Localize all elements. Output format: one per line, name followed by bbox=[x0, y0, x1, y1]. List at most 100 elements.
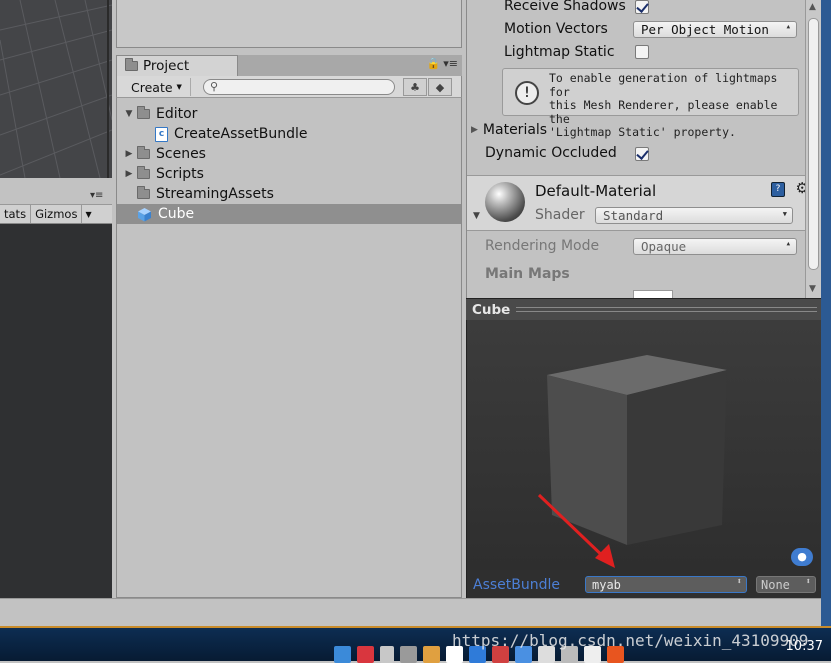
filter-by-label-button[interactable]: ◆ bbox=[428, 78, 452, 96]
drag-handle[interactable] bbox=[516, 307, 817, 312]
dynamic-occluded-row: Dynamic Occluded bbox=[485, 145, 617, 161]
prefab-cube-icon bbox=[138, 207, 151, 221]
materials-label: Materials bbox=[482, 122, 548, 138]
tree-item-editor[interactable]: ▼ Editor bbox=[117, 104, 461, 124]
lightmap-static-label: Lightmap Static bbox=[504, 44, 615, 60]
rendering-mode-label: Rendering Mode bbox=[485, 238, 600, 254]
app-icon[interactable] bbox=[423, 646, 440, 663]
tree-item-label: Cube bbox=[158, 206, 195, 222]
hierarchy-panel bbox=[116, 0, 462, 48]
dynamic-occluded-checkbox[interactable] bbox=[635, 147, 649, 161]
red-arrow-head bbox=[595, 544, 615, 568]
albedo-color-swatch[interactable] bbox=[633, 290, 673, 298]
folder-icon bbox=[137, 146, 150, 159]
motion-vectors-dropdown[interactable]: Per Object Motion ▴ bbox=[633, 21, 797, 38]
game-view[interactable] bbox=[0, 224, 112, 598]
scroll-down-icon[interactable]: ▼ bbox=[809, 284, 816, 294]
dropdown-arrows-icon: ⬍ bbox=[736, 577, 742, 587]
collapsed-arrow-icon[interactable]: ▶ bbox=[121, 169, 137, 179]
main-maps-row: Main Maps bbox=[485, 266, 570, 282]
rendering-mode-value: Opaque bbox=[641, 239, 687, 254]
display-icon[interactable] bbox=[400, 646, 417, 663]
tab-project[interactable]: Project bbox=[116, 55, 238, 76]
assetbundle-value: myab bbox=[592, 577, 621, 592]
info-icon: ! bbox=[515, 81, 539, 105]
dropdown-arrows-icon: ▴ bbox=[785, 22, 791, 32]
shapes-icon: ♣ bbox=[410, 80, 420, 94]
tree-item-label: CreateAssetBundle bbox=[174, 126, 308, 142]
folder-icon bbox=[137, 166, 150, 179]
expanded-arrow-icon[interactable]: ▼ bbox=[121, 109, 137, 119]
motion-vectors-label: Motion Vectors bbox=[504, 21, 608, 37]
search-input[interactable]: ⚲ bbox=[203, 79, 395, 95]
collapsed-arrow-icon: ▶ bbox=[471, 125, 478, 135]
tab-controls[interactable]: 🔒 ▾≡ bbox=[427, 57, 458, 70]
tree-item-scripts[interactable]: ▶ Scripts bbox=[117, 164, 461, 184]
assetbundle-variant-dropdown[interactable]: None ⬍ bbox=[756, 576, 816, 593]
panel-menu-icon[interactable]: ▾≡ bbox=[443, 57, 458, 70]
assetbundle-bar: AssetBundle myab ⬍ None ⬍ bbox=[466, 570, 821, 598]
scene-view[interactable] bbox=[0, 0, 112, 178]
inspector-scrollbar[interactable]: ▲ ▼ bbox=[805, 0, 821, 298]
tree-item-label: Editor bbox=[156, 106, 198, 122]
network-icon[interactable] bbox=[334, 646, 351, 663]
tab-project-label: Project bbox=[143, 58, 190, 74]
dropdown-arrows-icon: ▴ bbox=[785, 239, 791, 249]
project-toolbar: Create ▼ ⚲ ♣ ◆ bbox=[116, 76, 462, 98]
security-icon[interactable] bbox=[357, 646, 374, 663]
window-bottom-edge bbox=[0, 598, 831, 626]
lock-icon[interactable]: 🔒 bbox=[427, 57, 441, 70]
csharp-script-icon: c bbox=[155, 126, 168, 142]
materials-foldout[interactable]: ▶ Materials bbox=[471, 122, 547, 138]
filter-by-type-button[interactable]: ♣ bbox=[403, 78, 427, 96]
search-icon: ⚲ bbox=[210, 80, 219, 93]
receive-shadows-row: Receive Shadows bbox=[504, 0, 626, 14]
assetbundle-label: AssetBundle bbox=[473, 577, 561, 593]
chevron-down-icon: ▼ bbox=[782, 210, 787, 218]
preview-area[interactable]: ● bbox=[466, 320, 821, 570]
lightmap-help-box: ! To enable generation of lightmaps for … bbox=[502, 68, 799, 139]
tree-item-streamingassets[interactable]: StreamingAssets bbox=[117, 184, 461, 204]
volume-muted-icon[interactable] bbox=[380, 646, 394, 663]
material-preview-sphere bbox=[485, 182, 525, 222]
motion-vectors-row: Motion Vectors bbox=[504, 21, 608, 37]
rendering-mode-dropdown[interactable]: Opaque ▴ bbox=[633, 238, 797, 255]
folder-icon bbox=[137, 186, 150, 199]
shader-dropdown[interactable]: Standard ▼ bbox=[595, 207, 793, 224]
receive-shadows-label: Receive Shadows bbox=[504, 0, 626, 14]
expanded-arrow-icon[interactable]: ▼ bbox=[473, 211, 480, 221]
collapsed-arrow-icon[interactable]: ▶ bbox=[121, 149, 137, 159]
game-view-toolbar: tats Gizmos ▼ bbox=[0, 204, 112, 224]
gizmos-dropdown-icon[interactable]: ▼ bbox=[82, 210, 94, 219]
shader-value: Standard bbox=[603, 208, 664, 223]
dropdown-arrows-icon: ⬍ bbox=[805, 577, 811, 587]
help-text-line: 'Lightmap Static' property. bbox=[549, 125, 736, 139]
lightmap-static-checkbox[interactable] bbox=[635, 45, 649, 59]
tree-item-label: StreamingAssets bbox=[156, 186, 274, 202]
stats-button[interactable]: tats bbox=[0, 205, 32, 223]
tree-item-label: Scripts bbox=[156, 166, 204, 182]
folder-icon bbox=[125, 58, 138, 71]
motion-vectors-value: Per Object Motion bbox=[641, 22, 769, 37]
shader-label: Shader bbox=[535, 207, 585, 223]
assetbundle-name-dropdown[interactable]: myab ⬍ bbox=[585, 576, 747, 593]
cube-preview bbox=[537, 355, 727, 568]
scroll-thumb[interactable] bbox=[808, 18, 819, 270]
tree-item-scenes[interactable]: ▶ Scenes bbox=[117, 144, 461, 164]
scroll-up-icon[interactable]: ▲ bbox=[809, 2, 816, 12]
panel-menu-icon[interactable]: ▾≡ bbox=[90, 190, 103, 201]
gizmos-button[interactable]: Gizmos bbox=[31, 205, 83, 223]
tag-icon: ◆ bbox=[435, 80, 445, 94]
preview-header[interactable]: Cube bbox=[466, 298, 821, 320]
receive-shadows-checkbox[interactable] bbox=[635, 0, 649, 14]
tree-item-cube[interactable]: Cube bbox=[117, 204, 461, 224]
create-button[interactable]: Create ▼ bbox=[123, 78, 191, 96]
label-tag-icon[interactable]: ● bbox=[791, 548, 813, 566]
folder-icon bbox=[137, 106, 150, 119]
dynamic-occluded-label: Dynamic Occluded bbox=[485, 145, 617, 161]
tree-item-label: Scenes bbox=[156, 146, 206, 162]
help-text-line: To enable generation of lightmaps for bbox=[549, 71, 778, 99]
help-book-icon[interactable]: ? bbox=[771, 182, 785, 197]
scene-grid bbox=[0, 0, 112, 178]
tree-item-createassetbundle[interactable]: c CreateAssetBundle bbox=[117, 124, 461, 144]
